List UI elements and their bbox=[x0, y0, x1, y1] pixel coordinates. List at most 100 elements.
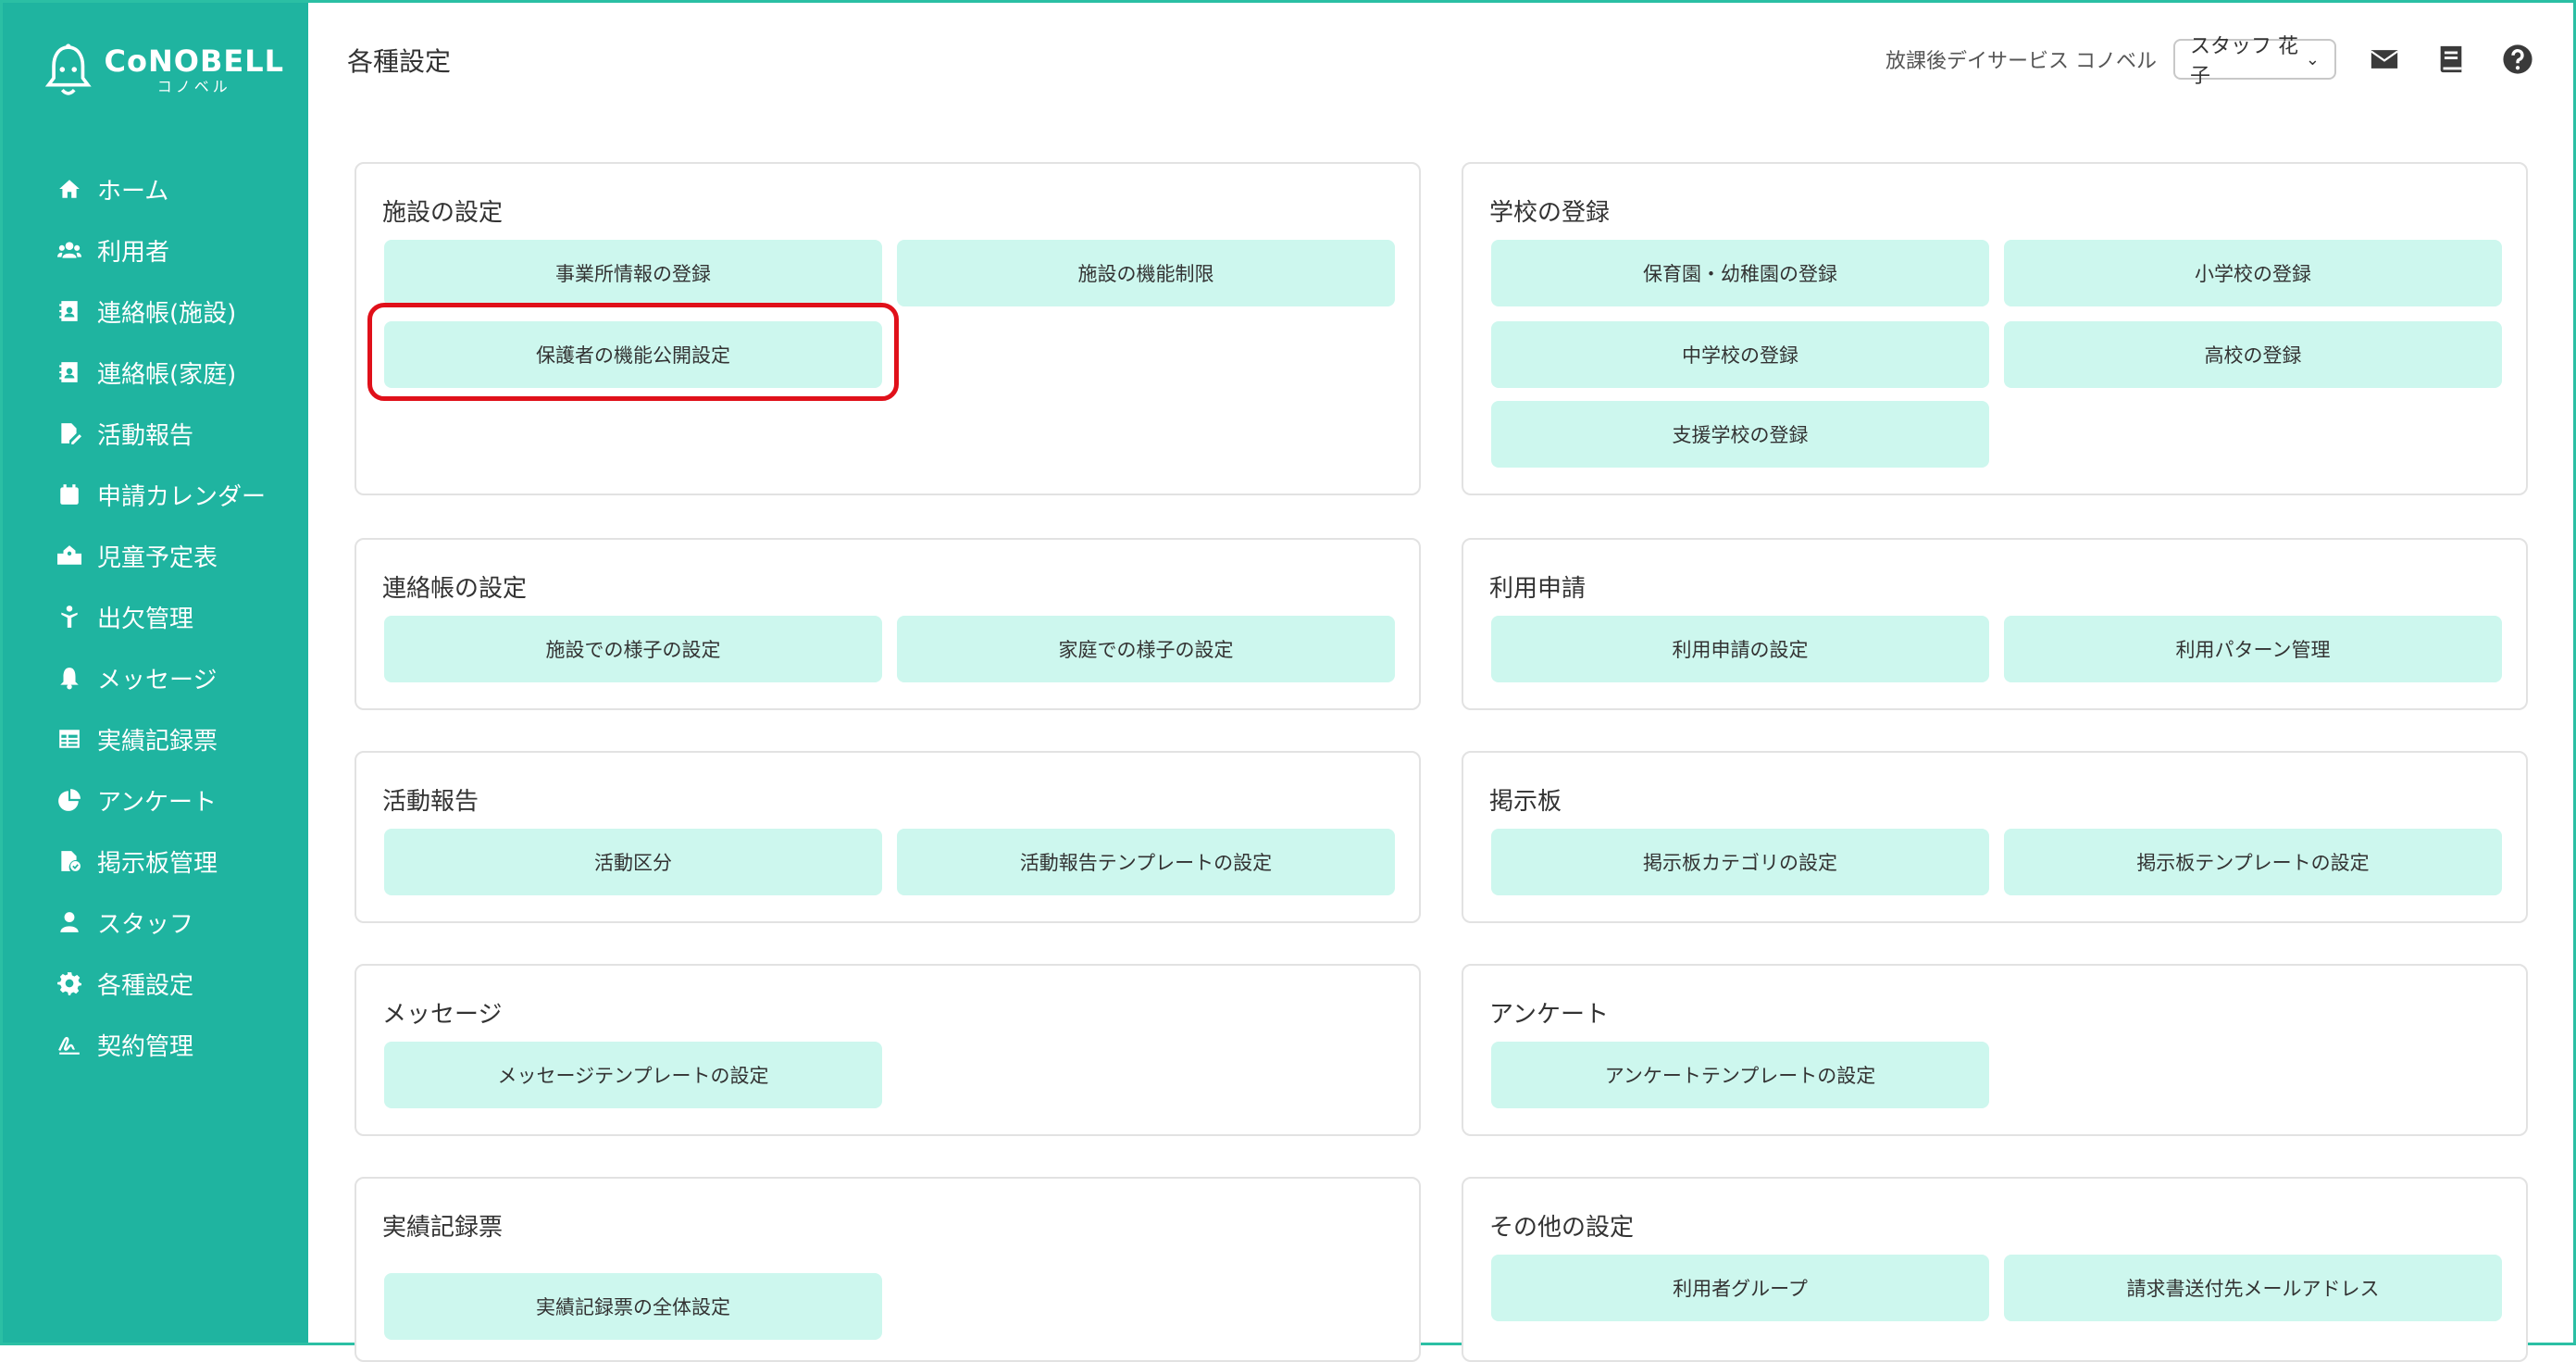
facility-function-limit-button[interactable]: 施設の機能制限 bbox=[897, 240, 1395, 306]
sidebar-item-contract[interactable]: 契約管理 bbox=[3, 1014, 308, 1075]
facility-status-settings-button[interactable]: 施設での様子の設定 bbox=[384, 616, 882, 682]
user-icon bbox=[56, 909, 82, 935]
chevron-down-icon: ⌄ bbox=[2305, 49, 2320, 69]
help-icon[interactable] bbox=[2499, 41, 2536, 78]
sidebar-item-label: メッセージ bbox=[97, 666, 218, 694]
sidebar: CoNOBELL コノベル ホーム 利用者 連絡帳(施設) 連絡帳(家庭) 活動… bbox=[3, 3, 308, 1343]
sidebar-item-label: 活動報告 bbox=[97, 421, 194, 450]
nursery-register-button[interactable]: 保育園・幼稚園の登録 bbox=[1491, 240, 1989, 306]
sidebar-item-calendar[interactable]: 申請カレンダー bbox=[3, 464, 308, 525]
school-icon bbox=[56, 543, 82, 569]
file-pen-icon bbox=[56, 420, 82, 446]
bulletin-category-button[interactable]: 掲示板カテゴリの設定 bbox=[1491, 829, 1989, 895]
sidebar-item-records[interactable]: 実績記録票 bbox=[3, 708, 308, 769]
card-school-registration: 学校の登録 保育園・幼稚園の登録 小学校の登録 中学校の登録 高校の登録 支援学… bbox=[1462, 162, 2528, 495]
records-global-settings-button[interactable]: 実績記録票の全体設定 bbox=[384, 1273, 882, 1340]
card-usage-application: 利用申請 利用申請の設定 利用パターン管理 bbox=[1462, 538, 2528, 710]
staff-select[interactable]: スタッフ 花子 ⌄ bbox=[2173, 35, 2336, 88]
card-message: メッセージ メッセージテンプレートの設定 bbox=[355, 964, 1421, 1136]
sidebar-item-survey[interactable]: アンケート bbox=[3, 769, 308, 831]
card-performance-records: 実績記録票 実績記録票の全体設定 bbox=[355, 1177, 1421, 1362]
sidebar-item-label: 出欠管理 bbox=[97, 605, 194, 633]
sidebar-item-contact-facility[interactable]: 連絡帳(施設) bbox=[3, 281, 308, 342]
facility-info-button[interactable]: 事業所情報の登録 bbox=[384, 240, 882, 306]
sidebar-item-label: 児童予定表 bbox=[97, 544, 218, 572]
brand-subtitle: コノベル bbox=[156, 78, 231, 95]
sidebar-item-contact-home[interactable]: 連絡帳(家庭) bbox=[3, 342, 308, 403]
sidebar-item-label: 連絡帳(家庭) bbox=[97, 360, 237, 389]
elementary-register-button[interactable]: 小学校の登録 bbox=[2004, 240, 2502, 306]
sidebar-item-activity-report[interactable]: 活動報告 bbox=[3, 403, 308, 464]
card-title: 活動報告 bbox=[382, 788, 479, 816]
bell-icon bbox=[56, 665, 82, 691]
sidebar-item-label: ホーム bbox=[97, 177, 169, 206]
card-title: 実績記録票 bbox=[382, 1214, 504, 1242]
home-status-settings-button[interactable]: 家庭での様子の設定 bbox=[897, 616, 1395, 682]
sidebar-item-label: スタッフ bbox=[97, 910, 194, 939]
activity-template-button[interactable]: 活動報告テンプレートの設定 bbox=[897, 829, 1395, 895]
home-icon bbox=[56, 176, 82, 202]
usage-application-settings-button[interactable]: 利用申請の設定 bbox=[1491, 616, 1989, 682]
app-window: CoNOBELL コノベル ホーム 利用者 連絡帳(施設) 連絡帳(家庭) 活動… bbox=[0, 0, 2576, 1362]
contact-book-icon bbox=[56, 359, 82, 385]
special-school-register-button[interactable]: 支援学校の登録 bbox=[1491, 401, 1989, 468]
card-title: 連絡帳の設定 bbox=[382, 575, 528, 603]
sidebar-item-home[interactable]: ホーム bbox=[3, 158, 308, 219]
card-survey: アンケート アンケートテンプレートの設定 bbox=[1462, 964, 2528, 1136]
activity-category-button[interactable]: 活動区分 bbox=[384, 829, 882, 895]
card-other-settings: その他の設定 利用者グループ 請求書送付先メールアドレス bbox=[1462, 1177, 2528, 1362]
gear-icon bbox=[56, 970, 82, 996]
staff-select-value: スタッフ 花子 bbox=[2190, 35, 2298, 88]
bulletin-template-button[interactable]: 掲示板テンプレートの設定 bbox=[2004, 829, 2502, 895]
logo[interactable]: CoNOBELL コノベル bbox=[44, 38, 284, 103]
junior-high-register-button[interactable]: 中学校の登録 bbox=[1491, 321, 1989, 388]
card-title: メッセージ bbox=[382, 1001, 503, 1029]
file-check-icon bbox=[56, 848, 82, 874]
card-title: 掲示板 bbox=[1489, 788, 1562, 816]
page-title: 各種設定 bbox=[347, 46, 452, 77]
card-bulletin-board: 掲示板 掲示板カテゴリの設定 掲示板テンプレートの設定 bbox=[1462, 751, 2528, 923]
sidebar-item-label: 各種設定 bbox=[97, 971, 194, 1000]
usage-pattern-button[interactable]: 利用パターン管理 bbox=[2004, 616, 2502, 682]
invoice-email-button[interactable]: 請求書送付先メールアドレス bbox=[2004, 1255, 2502, 1321]
sidebar-item-attendance[interactable]: 出欠管理 bbox=[3, 586, 308, 647]
highlight-box bbox=[367, 303, 899, 401]
sidebar-nav: ホーム 利用者 連絡帳(施設) 連絡帳(家庭) 活動報告 申請カレンダー 児童予… bbox=[3, 158, 308, 1075]
card-title: その他の設定 bbox=[1489, 1214, 1635, 1242]
card-title: 学校の登録 bbox=[1489, 199, 1611, 227]
sidebar-item-label: 申請カレンダー bbox=[97, 482, 267, 511]
sidebar-item-label: 連絡帳(施設) bbox=[97, 299, 237, 328]
pie-chart-icon bbox=[56, 787, 82, 813]
sidebar-item-schedule[interactable]: 児童予定表 bbox=[3, 525, 308, 586]
user-group-button[interactable]: 利用者グループ bbox=[1491, 1255, 1989, 1321]
facility-name: 放課後デイサービス コノベル bbox=[1885, 50, 2157, 73]
message-template-button[interactable]: メッセージテンプレートの設定 bbox=[384, 1042, 882, 1108]
card-title: アンケート bbox=[1489, 1001, 1609, 1029]
signature-icon bbox=[56, 1031, 82, 1057]
mail-icon[interactable] bbox=[2366, 41, 2403, 78]
sidebar-item-settings[interactable]: 各種設定 bbox=[3, 953, 308, 1014]
bell-logo-icon bbox=[44, 44, 92, 95]
brand-name: CoNOBELL bbox=[104, 44, 284, 79]
users-icon bbox=[56, 237, 82, 263]
calendar-icon bbox=[56, 481, 82, 507]
sidebar-item-label: 利用者 bbox=[97, 238, 170, 267]
person-icon bbox=[56, 604, 82, 630]
sidebar-item-bulletin[interactable]: 掲示板管理 bbox=[3, 831, 308, 892]
manual-book-icon[interactable] bbox=[2433, 41, 2470, 78]
card-title: 利用申請 bbox=[1489, 575, 1587, 603]
contact-book-icon bbox=[56, 298, 82, 324]
sidebar-item-label: 契約管理 bbox=[97, 1032, 194, 1061]
card-activity-report: 活動報告 活動区分 活動報告テンプレートの設定 bbox=[355, 751, 1421, 923]
sidebar-item-label: 実績記録票 bbox=[97, 727, 218, 756]
sidebar-item-label: 掲示板管理 bbox=[97, 849, 218, 878]
sidebar-item-staff[interactable]: スタッフ bbox=[3, 892, 308, 953]
header-toolbar: 放課後デイサービス コノベル スタッフ 花子 ⌄ bbox=[1885, 35, 2536, 88]
sidebar-item-message[interactable]: メッセージ bbox=[3, 647, 308, 708]
survey-template-button[interactable]: アンケートテンプレートの設定 bbox=[1491, 1042, 1989, 1108]
high-school-register-button[interactable]: 高校の登録 bbox=[2004, 321, 2502, 388]
sidebar-item-label: アンケート bbox=[97, 788, 217, 817]
card-contact-book-settings: 連絡帳の設定 施設での様子の設定 家庭での様子の設定 bbox=[355, 538, 1421, 710]
card-title: 施設の設定 bbox=[382, 199, 504, 227]
sidebar-item-users[interactable]: 利用者 bbox=[3, 219, 308, 281]
